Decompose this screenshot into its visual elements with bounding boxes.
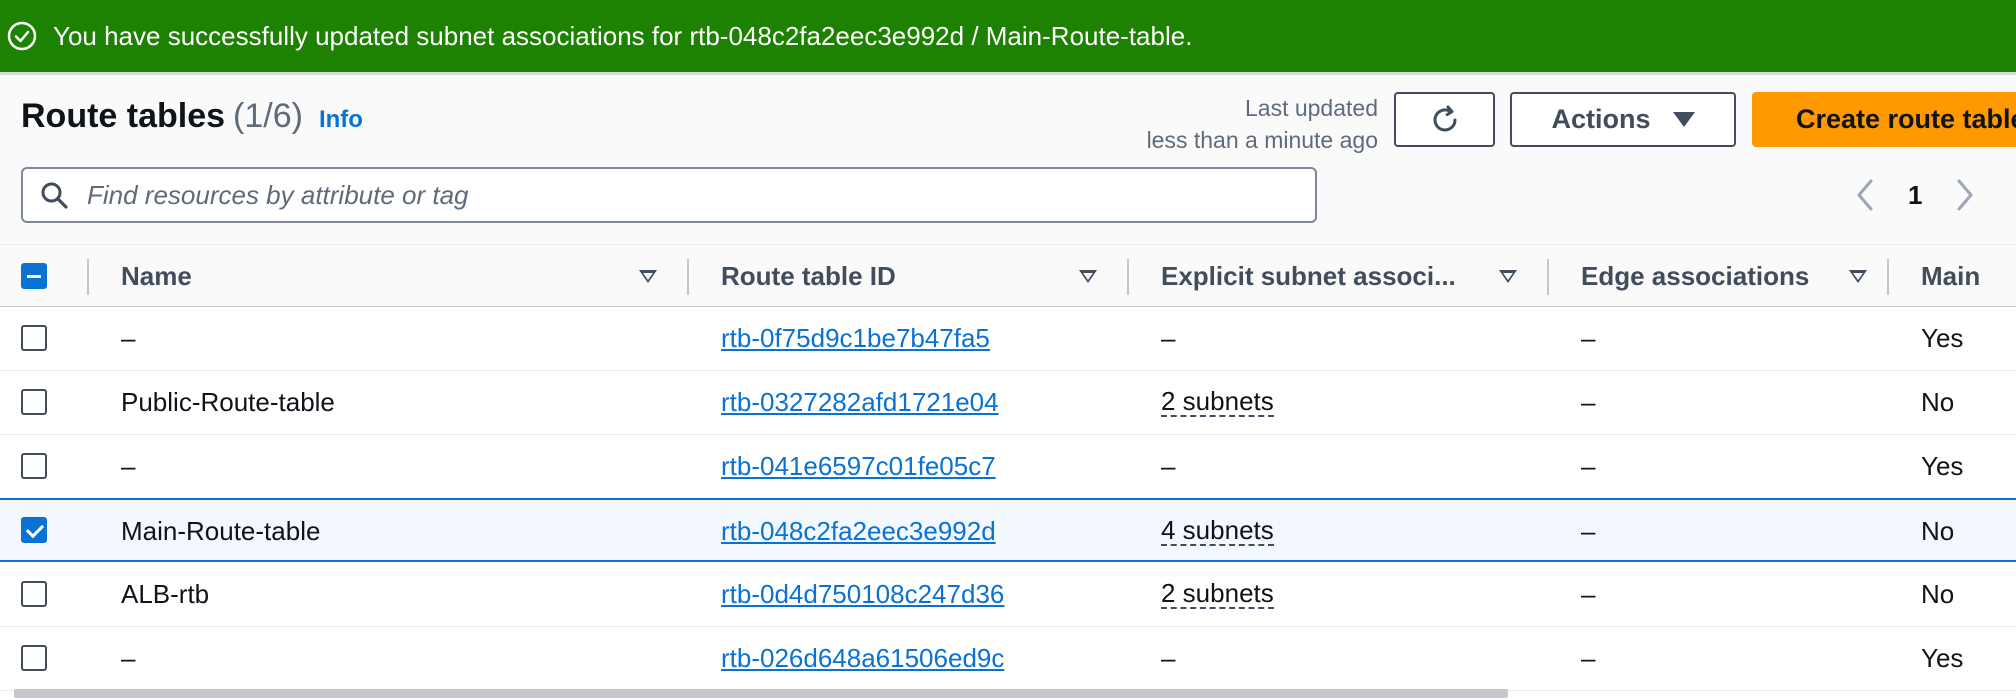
select-all-checkbox[interactable] [21,263,47,289]
cell-main: Yes [1921,450,1964,481]
row-checkbox[interactable] [21,453,47,479]
success-flash-banner: You have successfully updated subnet ass… [0,0,2016,72]
info-link[interactable]: Info [319,106,363,134]
table-row[interactable]: – rtb-041e6597c01fe05c7 – – Yes [0,435,2016,499]
route-table-id-link[interactable]: rtb-048c2fa2eec3e992d [721,516,996,547]
cell-edge-associations: – [1581,515,1596,546]
sort-icon[interactable] [639,270,657,283]
subnets-popover-trigger[interactable]: 2 subnets [1161,579,1274,609]
refresh-icon [1429,104,1461,136]
route-table-id-link[interactable]: rtb-041e6597c01fe05c7 [721,451,996,482]
cell-edge-associations: – [1581,386,1596,417]
cell-explicit-subnets: – [1161,322,1176,353]
check-circle-icon [5,19,39,53]
flash-message: You have successfully updated subnet ass… [53,20,1193,51]
cell-main: No [1921,386,1955,417]
table-column-headers: Name Route table ID Explicit subnet asso… [0,244,2016,307]
cell-edge-associations: – [1581,578,1596,609]
cell-main: No [1921,578,1955,609]
cell-edge-associations: – [1581,450,1596,481]
column-divider [87,259,89,295]
next-page-icon[interactable] [1950,175,1980,215]
column-divider[interactable] [1547,259,1549,295]
row-checkbox[interactable] [21,389,47,415]
refresh-button[interactable] [1394,92,1495,147]
actions-dropdown-button[interactable]: Actions [1510,92,1736,147]
cell-name: – [121,322,136,353]
last-updated-text: Last updated less than a minute ago [1147,92,1378,156]
page-title: Route tables [21,97,226,135]
pagination: 1 [1850,173,1980,217]
column-header-main[interactable]: Main [1921,245,2016,307]
sort-icon[interactable] [1499,270,1517,283]
cell-name: – [121,642,136,673]
table-row[interactable]: Public-Route-table rtb-0327282afd1721e04… [0,371,2016,435]
last-updated-label: Last updated [1244,95,1378,121]
table-row[interactable]: – rtb-026d648a61506ed9c – – Yes [0,627,2016,691]
create-button-label: Create route table [1796,104,2016,134]
search-icon [39,180,69,210]
subnets-popover-trigger[interactable]: 2 subnets [1161,387,1274,417]
column-divider[interactable] [1887,259,1889,295]
row-checkbox[interactable] [21,645,47,671]
cell-main: Yes [1921,322,1964,353]
sort-icon[interactable] [1079,270,1097,283]
table-row[interactable]: ALB-rtb rtb-0d4d750108c247d36 2 subnets … [0,563,2016,627]
route-table-id-link[interactable]: rtb-026d648a61506ed9c [721,643,1004,674]
actions-label: Actions [1551,104,1651,134]
cell-name: – [121,450,136,481]
caret-down-icon [1672,112,1695,127]
cell-edge-associations: – [1581,322,1596,353]
last-updated-value: less than a minute ago [1146,127,1378,153]
row-checkbox[interactable] [21,517,47,543]
route-table-id-link[interactable]: rtb-0d4d750108c247d36 [721,579,1004,610]
cell-name: Public-Route-table [121,386,335,417]
row-checkbox[interactable] [21,581,47,607]
search-field[interactable] [21,167,1317,223]
route-table-id-link[interactable]: rtb-0f75d9c1be7b47fa5 [721,323,990,354]
table-row-selected[interactable]: Main-Route-table rtb-048c2fa2eec3e992d 4… [0,498,2016,562]
cell-edge-associations: – [1581,642,1596,673]
column-divider[interactable] [687,259,689,295]
cell-name: ALB-rtb [121,578,210,609]
subnets-popover-trigger[interactable]: 4 subnets [1161,516,1274,546]
column-header-name[interactable]: Name [121,245,661,307]
current-page-number[interactable]: 1 [1908,180,1922,211]
cell-main: No [1921,515,1955,546]
cell-explicit-subnets: – [1161,642,1176,673]
column-header-edge-associations[interactable]: Edge associations [1581,245,1891,307]
cell-explicit-subnets: – [1161,450,1176,481]
column-header-route-table-id[interactable]: Route table ID [721,245,1101,307]
row-checkbox[interactable] [21,325,47,351]
selection-count: (1/6) [233,97,303,135]
table-row[interactable]: – rtb-0f75d9c1be7b47fa5 – – Yes [0,307,2016,371]
horizontal-scrollbar[interactable] [14,689,1508,698]
page-title-group: Route tables (1/6) Info [21,97,363,136]
sort-icon[interactable] [1849,270,1867,283]
column-header-explicit-subnet-associations[interactable]: Explicit subnet associ... [1161,245,1521,307]
column-divider[interactable] [1127,259,1129,295]
create-route-table-button[interactable]: Create route table [1752,92,2016,147]
cell-main: Yes [1921,642,1964,673]
route-table-id-link[interactable]: rtb-0327282afd1721e04 [721,387,999,418]
search-input[interactable] [87,179,1287,211]
cell-name: Main-Route-table [121,515,321,546]
previous-page-icon[interactable] [1850,175,1880,215]
